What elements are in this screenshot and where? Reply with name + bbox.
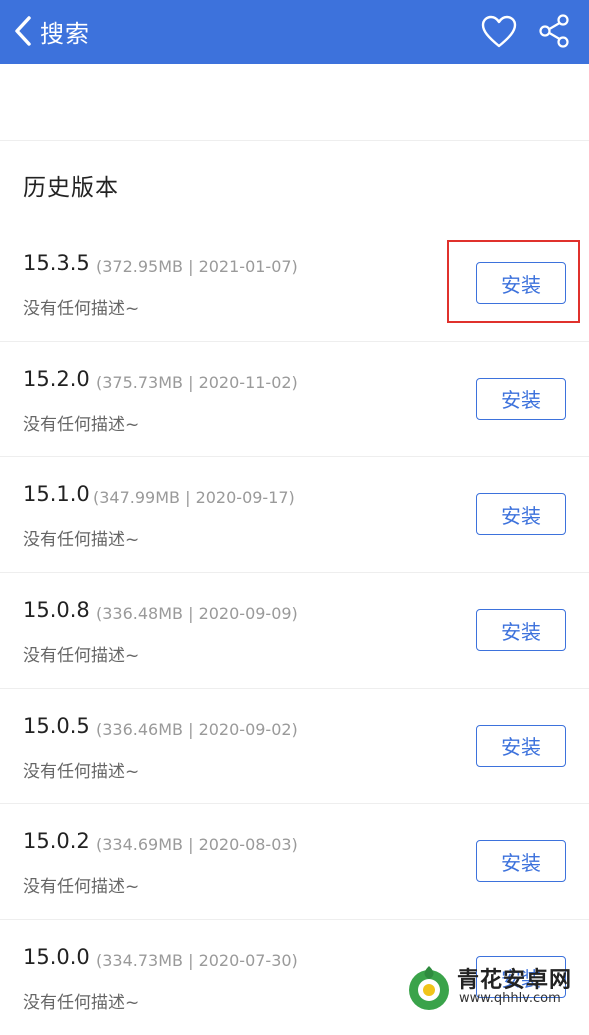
blank-header-band — [0, 64, 589, 141]
highlight-annotation-box — [447, 240, 580, 323]
heart-icon — [481, 15, 517, 48]
section-title: 历史版本 — [23, 175, 119, 201]
version-meta: (347.99MB | 2020-09-17) — [93, 488, 295, 508]
version-number: 15.0.8 — [23, 598, 90, 623]
watermark-name: 青花安卓网 — [457, 968, 573, 993]
favorite-button[interactable] — [480, 13, 518, 51]
version-number: 15.0.0 — [23, 945, 90, 970]
version-number: 15.0.2 — [23, 829, 90, 854]
version-description: 没有任何描述~ — [23, 299, 140, 319]
install-button[interactable]: 安装 — [476, 493, 566, 536]
version-number: 15.2.0 — [23, 366, 90, 391]
version-meta: (372.95MB | 2021-01-07) — [96, 257, 298, 276]
install-button[interactable]: 安装 — [476, 840, 566, 883]
logo-icon — [409, 966, 449, 1010]
version-number: 15.1.0 — [23, 482, 90, 507]
version-description: 没有任何描述~ — [23, 761, 140, 782]
version-description: 没有任何描述~ — [23, 414, 140, 435]
version-meta: (334.69MB | 2020-08-03) — [96, 835, 298, 855]
share-icon — [539, 14, 569, 48]
version-list: 15.3.5 (372.95MB | 2021-01-07) 没有任何描述~ 安… — [0, 226, 589, 1035]
share-button[interactable] — [536, 13, 572, 49]
back-button[interactable]: 搜索 — [12, 14, 90, 48]
watermark: 青花安卓网 www.qhhlv.com — [403, 960, 583, 1016]
version-description: 没有任何描述~ — [23, 877, 140, 898]
version-row: 15.0.2 (334.69MB | 2020-08-03) 没有任何描述~ 安… — [0, 804, 589, 921]
version-description: 没有任何描述~ — [23, 530, 140, 551]
version-number: 15.0.5 — [23, 713, 90, 738]
version-row: 15.2.0 (375.73MB | 2020-11-02) 没有任何描述~ 安… — [0, 342, 589, 458]
chevron-left-icon — [15, 16, 31, 46]
version-meta: (336.46MB | 2020-09-02) — [96, 719, 298, 739]
watermark-url: www.qhhlv.com — [459, 991, 561, 1006]
version-row: 15.0.5 (336.46MB | 2020-09-02) 没有任何描述~ 安… — [0, 689, 589, 805]
version-number: 15.3.5 — [23, 251, 90, 275]
install-button[interactable]: 安装 — [476, 377, 566, 420]
top-app-bar: 搜索 — [0, 0, 589, 64]
version-meta: (375.73MB | 2020-11-02) — [96, 372, 298, 392]
version-meta: (336.48MB | 2020-09-09) — [96, 604, 298, 624]
version-description: 没有任何描述~ — [23, 993, 140, 1014]
back-label: 搜索 — [40, 19, 90, 48]
version-meta: (334.73MB | 2020-07-30) — [96, 951, 298, 971]
version-description: 没有任何描述~ — [23, 646, 140, 667]
version-row: 15.1.0 (347.99MB | 2020-09-17) 没有任何描述~ 安… — [0, 457, 589, 574]
version-row: 15.0.8 (336.48MB | 2020-09-09) 没有任何描述~ 安… — [0, 573, 589, 689]
install-button[interactable]: 安装 — [476, 724, 566, 767]
install-button[interactable]: 安装 — [476, 609, 566, 652]
